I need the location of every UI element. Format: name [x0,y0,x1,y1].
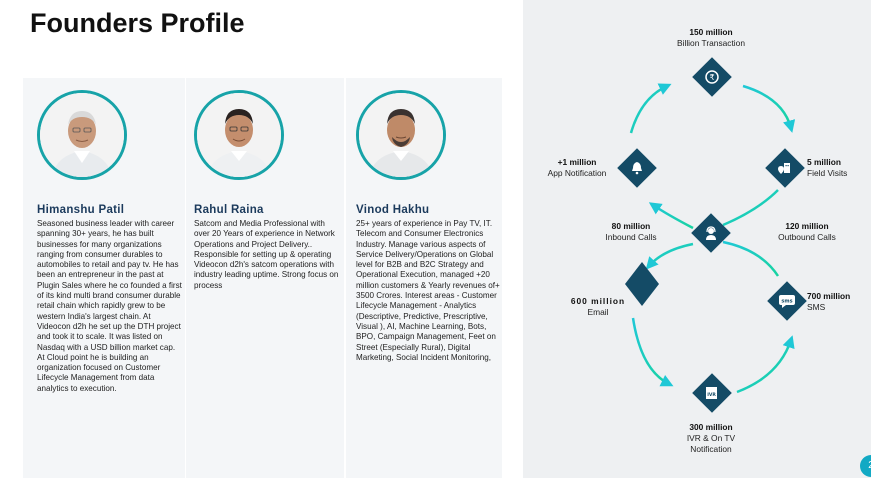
outbound-calls-label: 120 million Outbound Calls [778,221,836,242]
sms-icon: sms [767,281,807,321]
founder-card: Rahul Raina Satcom and Media Professiona… [186,78,344,478]
svg-text:sms: sms [781,299,792,305]
svg-text:IVR: IVR [707,392,716,398]
founder-photo [194,90,284,180]
arrow-center-to-sms [722,240,780,277]
founder-photo [37,90,127,180]
inbound-calls-label: 80 million Inbound Calls [605,221,657,242]
ivr-icon: IVR [692,373,732,413]
founder-name: Rahul Raina [194,204,264,216]
founder-card: Himanshu Patil Seasoned business leader … [23,78,185,478]
ivr-label: 300 million IVR & On TV Notification [686,422,736,454]
arrow-ivr-to-sms [736,335,795,394]
arrow-billion-to-field [742,84,796,133]
arrow-email-to-ivr [631,317,674,387]
channel-diagram: 150 million Billion Transaction ₹ +1 mill… [523,0,871,478]
app-notification-label: +1 million App Notification [547,157,607,178]
founder-bio: 25+ years of experience in Pay TV, IT. T… [356,219,500,362]
founder-photo [356,90,446,180]
rupee-coin-icon: ₹ [692,57,732,97]
founder-name: Vinod Hakhu [356,204,430,216]
billion-transaction-label: 150 million Billion Transaction [677,27,745,48]
arrow-center-to-field [722,189,779,227]
svg-text:₹: ₹ [709,73,714,82]
bell-icon [617,148,657,188]
sms-label: 700 million SMS [807,291,851,312]
founder-bio: Satcom and Media Professional with over … [194,219,339,290]
map-pin-icon [765,148,805,188]
founder-card: Vinod Hakhu 25+ years of experience in P… [346,78,502,478]
founder-bio: Seasoned business leader with career spa… [37,219,182,393]
founder-name: Himanshu Patil [37,204,125,216]
field-visits-label: 5 million Field Visits [807,157,848,178]
arrow-app-to-billion [629,83,672,134]
headset-agent-icon [691,213,731,253]
page-title: Founders Profile [30,8,245,38]
email-node [625,262,659,306]
